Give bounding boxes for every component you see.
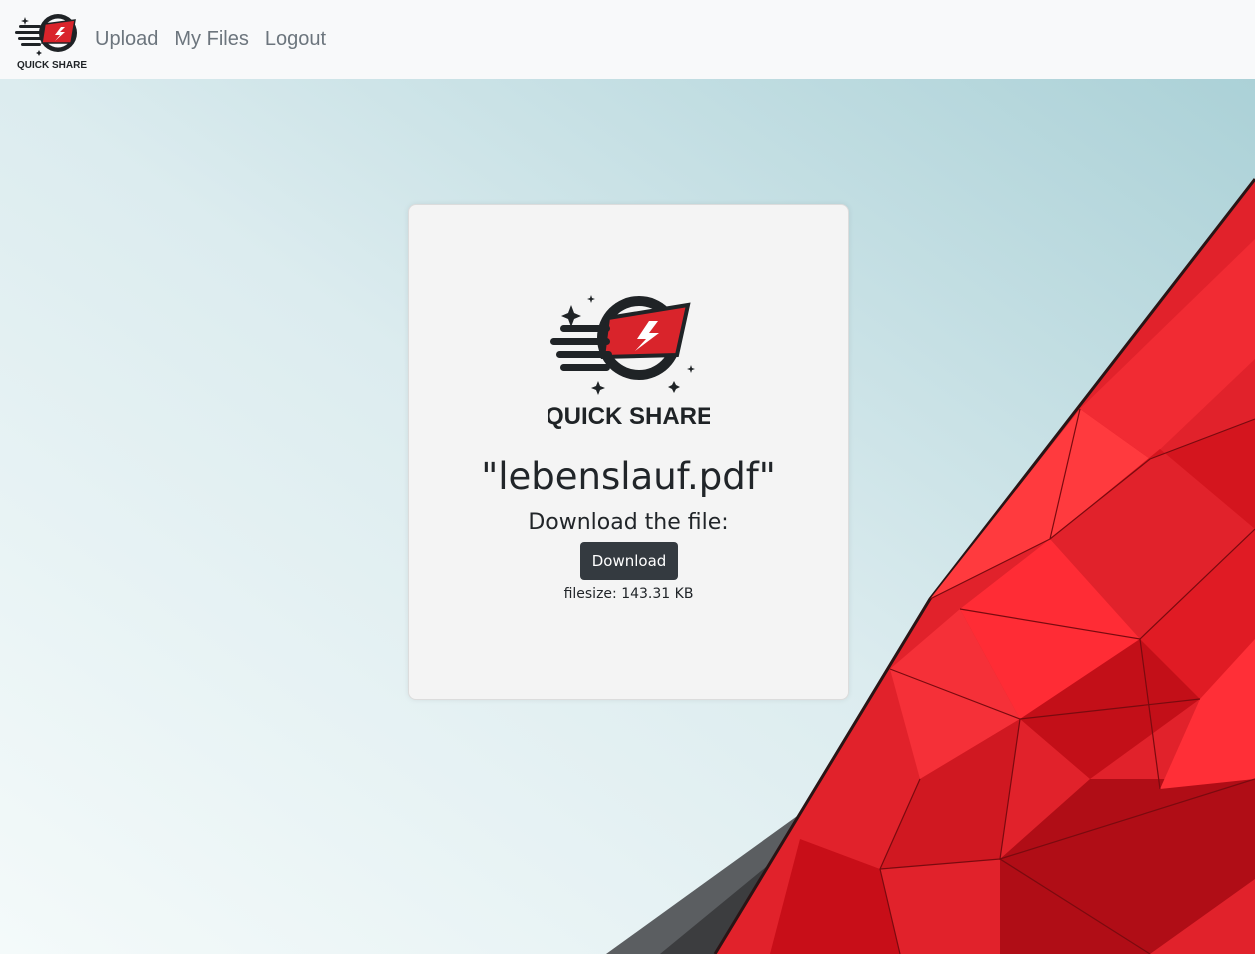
download-button[interactable]: Download xyxy=(580,542,678,580)
quick-share-logo[interactable]: QUICK SHARE xyxy=(15,7,89,71)
download-card: QUICK SHARE "lebenslauf.pdf" Download th… xyxy=(408,204,849,700)
card-logo-text: QUICK SHARE xyxy=(548,403,710,430)
download-prompt: Download the file: xyxy=(528,510,729,535)
quick-share-card-logo: QUICK SHARE xyxy=(548,295,710,430)
navbar: QUICK SHARE Upload My Files Logout xyxy=(0,0,1255,79)
nav-link-logout[interactable]: Logout xyxy=(257,26,334,52)
filesize-text: filesize: 143.31 KB xyxy=(563,586,694,602)
nav-links: Upload My Files Logout xyxy=(87,26,334,52)
logo-text: QUICK SHARE xyxy=(17,60,87,71)
file-title: "lebenslauf.pdf" xyxy=(481,455,776,498)
nav-link-my-files[interactable]: My Files xyxy=(166,26,256,52)
nav-link-upload[interactable]: Upload xyxy=(87,26,166,52)
